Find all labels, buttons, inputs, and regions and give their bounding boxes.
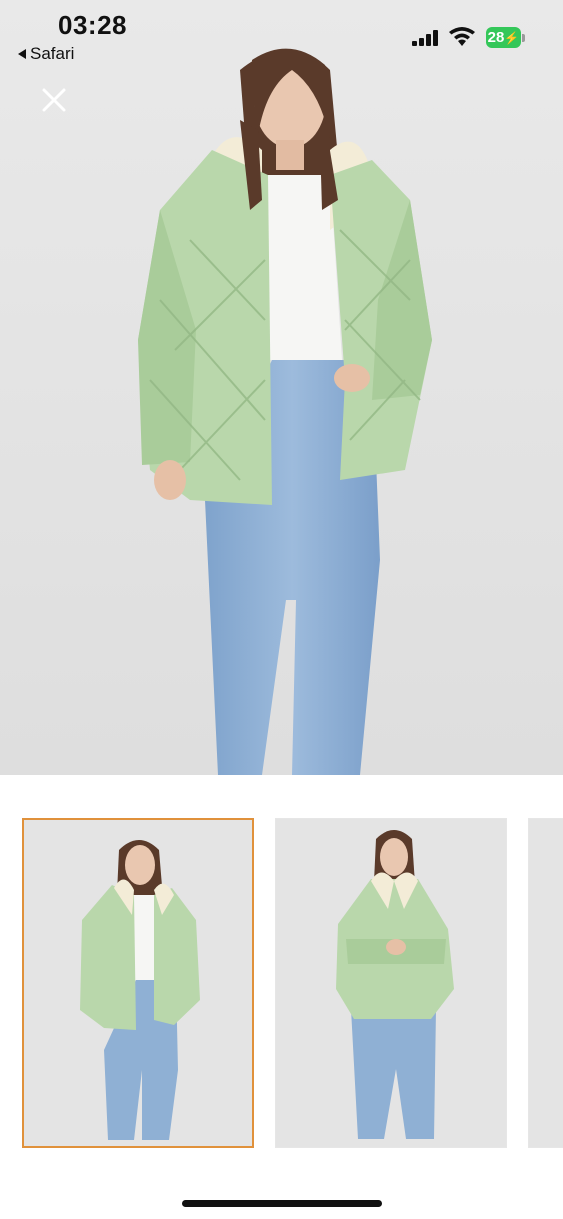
- back-to-app-button[interactable]: Safari: [18, 44, 74, 64]
- thumbnail-strip[interactable]: [0, 818, 563, 1150]
- close-icon[interactable]: [36, 82, 72, 118]
- back-app-label: Safari: [30, 44, 75, 63]
- battery-indicator: 28 ⚡: [486, 27, 526, 48]
- cellular-signal-icon: [412, 30, 438, 46]
- status-time: 03:28: [58, 10, 127, 40]
- status-bar: 03:28 Safari 28 ⚡: [0, 0, 563, 72]
- back-triangle-icon: [18, 49, 26, 59]
- battery-icon: 28 ⚡: [486, 27, 521, 48]
- main-product-image[interactable]: [0, 0, 563, 775]
- thumbnail-3-image: [529, 819, 563, 1147]
- thumbnail-2-image: [276, 819, 506, 1147]
- thumbnail-3[interactable]: [528, 818, 563, 1148]
- battery-level: 28: [487, 29, 505, 46]
- thumbnail-1-image: [24, 820, 252, 1146]
- wifi-icon: [449, 27, 475, 46]
- home-indicator[interactable]: [182, 1200, 382, 1207]
- thumbnail-1[interactable]: [22, 818, 254, 1148]
- model-illustration: [0, 0, 563, 775]
- thumbnail-2[interactable]: [275, 818, 507, 1148]
